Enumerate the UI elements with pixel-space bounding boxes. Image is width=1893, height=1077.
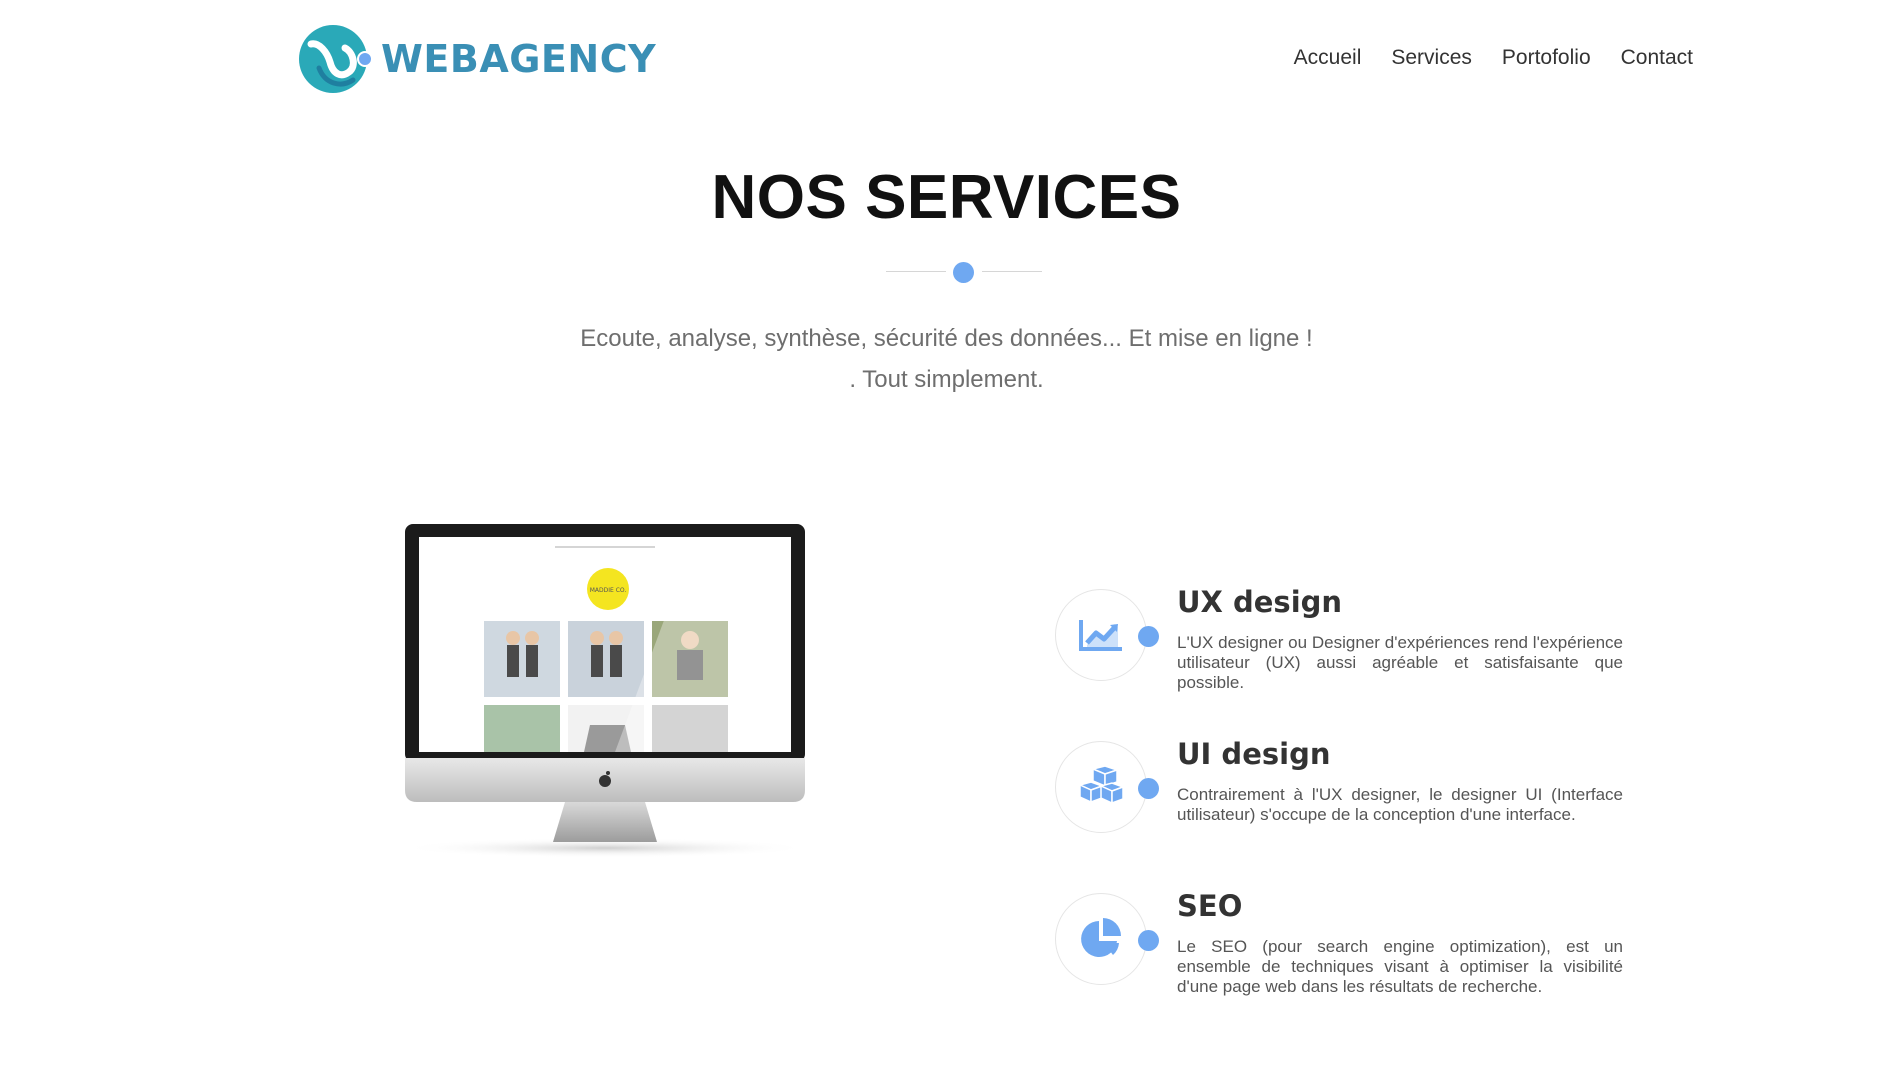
chart-line-icon <box>1079 620 1122 651</box>
service-seo: SEO Le SEO (pour search engine optimizat… <box>1055 889 1625 1041</box>
nav-item-services[interactable]: Services <box>1391 46 1472 70</box>
service-icon-circle <box>1055 741 1147 833</box>
logo-text: WEBAGENCY <box>381 37 657 81</box>
divider-line-right <box>982 271 1042 272</box>
monitor-illustration: MADDIE CO. <box>400 524 810 858</box>
service-title: UI design <box>1177 737 1331 771</box>
service-icon-circle <box>1055 893 1147 985</box>
nav-item-accueil[interactable]: Accueil <box>1294 46 1362 70</box>
service-dot <box>1138 626 1159 647</box>
service-icon-circle <box>1055 589 1147 681</box>
service-description: Le SEO (pour search engine optimization)… <box>1177 937 1623 996</box>
service-title: SEO <box>1177 889 1243 923</box>
service-dot <box>1138 930 1159 951</box>
page: WEBAGENCY Accueil Services Portofolio Co… <box>0 0 1893 1077</box>
service-ui-design: UI design Contrairement à l'UX designer,… <box>1055 737 1625 889</box>
cubes-icon <box>1077 766 1125 805</box>
logo-mark-icon <box>299 25 373 93</box>
service-dot <box>1138 778 1159 799</box>
subtitle-line-2: . Tout simplement. <box>849 366 1044 393</box>
service-ux-design: UX design L'UX designer ou Designer d'ex… <box>1055 585 1625 737</box>
nav-item-portofolio[interactable]: Portofolio <box>1502 46 1591 70</box>
nav-item-contact[interactable]: Contact <box>1621 46 1693 70</box>
services-list: UX design L'UX designer ou Designer d'ex… <box>1055 585 1625 1041</box>
site-logo[interactable]: WEBAGENCY <box>297 22 656 96</box>
page-title: NOS SERVICES <box>711 163 1182 232</box>
service-title: UX design <box>1177 585 1343 619</box>
main-nav: Accueil Services Portofolio Contact <box>1294 46 1693 70</box>
subtitle-line-1: Ecoute, analyse, synthèse, sécurité des … <box>580 325 1313 352</box>
service-description: Contrairement à l'UX designer, le design… <box>1177 785 1623 824</box>
title-divider <box>886 262 1042 283</box>
screen-logo-text: MADDIE CO. <box>590 587 627 594</box>
divider-dot <box>953 262 974 283</box>
service-description: L'UX designer ou Designer d'expériences … <box>1177 633 1623 692</box>
page-subtitle: Ecoute, analyse, synthèse, sécurité des … <box>0 318 1893 400</box>
divider-line-left <box>886 271 946 272</box>
pie-chart-icon <box>1081 918 1121 957</box>
